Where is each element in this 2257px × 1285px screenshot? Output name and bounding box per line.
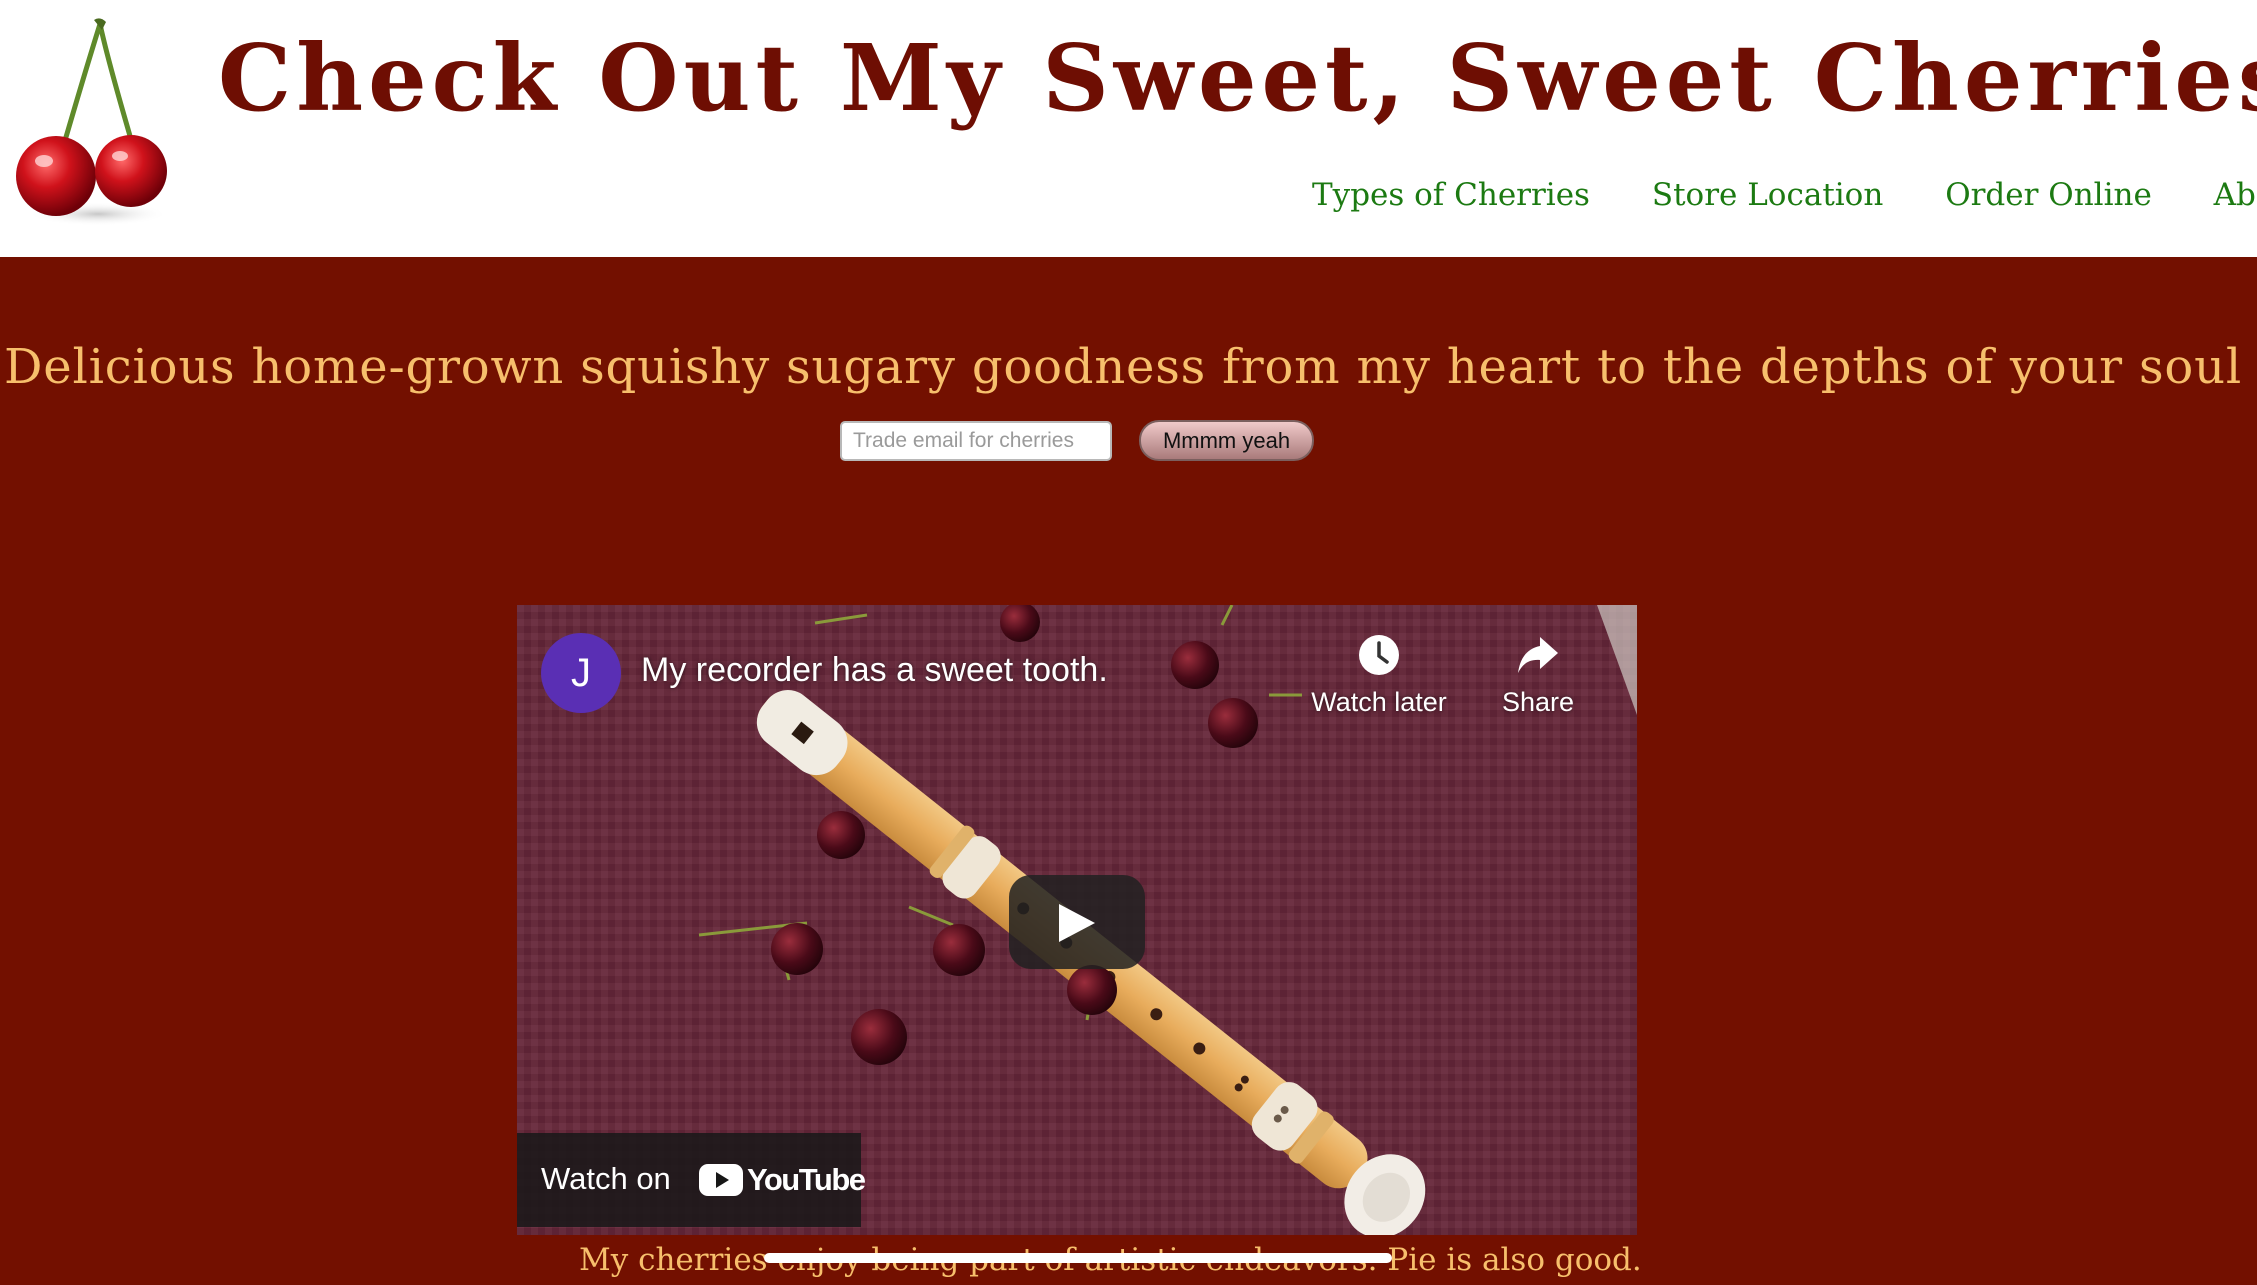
youtube-video-embed[interactable]: J My recorder has a sweet tooth. Watch l… xyxy=(517,605,1637,1235)
clock-icon xyxy=(1359,635,1399,675)
nav-types-of-cherries[interactable]: Types of Cherries xyxy=(1312,170,1590,220)
share-button[interactable]: Share xyxy=(1468,633,1608,718)
site-header: Check Out My Sweet, Sweet Cherries Types… xyxy=(0,0,2257,257)
share-arrow-icon xyxy=(1518,637,1558,673)
watch-on-youtube-button[interactable]: Watch on YouTube xyxy=(517,1133,866,1227)
play-button[interactable] xyxy=(1009,875,1145,969)
youtube-logo-icon xyxy=(699,1164,743,1196)
tagline: Delicious home-grown squishy sugary good… xyxy=(4,339,2242,395)
watch-later-label: Watch later xyxy=(1311,687,1447,717)
youtube-wordmark: YouTube xyxy=(747,1162,866,1197)
nav-about-us[interactable]: About Us xyxy=(2214,170,2257,220)
video-title[interactable]: My recorder has a sweet tooth. xyxy=(641,651,1108,690)
cherries-icon xyxy=(16,18,168,226)
watch-later-button[interactable]: Watch later xyxy=(1309,633,1449,718)
share-label: Share xyxy=(1501,687,1575,717)
nav-order-online[interactable]: Order Online xyxy=(1945,170,2152,220)
site-title: Check Out My Sweet, Sweet Cherries xyxy=(218,24,2257,132)
overlay-bar xyxy=(764,1253,1392,1263)
email-input[interactable] xyxy=(840,421,1112,461)
channel-avatar[interactable]: J xyxy=(541,633,621,713)
main-nav: Types of Cherries Store Location Order O… xyxy=(1312,170,2257,220)
nav-store-location[interactable]: Store Location xyxy=(1652,170,1883,220)
play-icon xyxy=(1059,904,1095,942)
submit-button[interactable]: Mmmm yeah xyxy=(1139,420,1314,461)
watch-on-label: Watch on xyxy=(541,1161,671,1196)
